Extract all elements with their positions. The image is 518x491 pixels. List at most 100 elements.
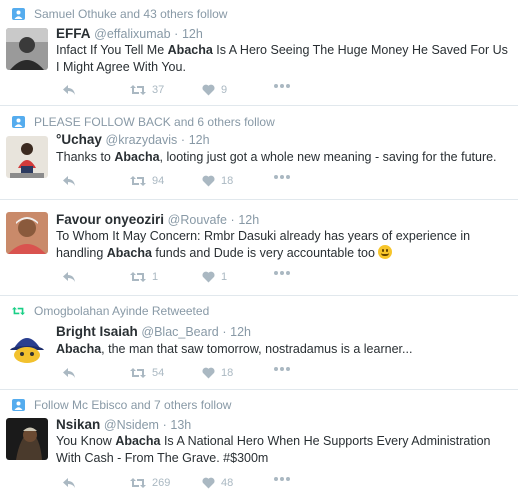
social-context: PLEASE FOLLOW BACK and 6 others follow — [12, 115, 275, 129]
like-button[interactable]: 18 — [202, 175, 233, 187]
like-button[interactable]: 48 — [202, 477, 233, 489]
tweet[interactable]: PLEASE FOLLOW BACK and 6 others follow °… — [0, 106, 518, 200]
time-separator: · — [230, 213, 235, 227]
reply-button[interactable] — [62, 84, 76, 96]
like-button[interactable]: 18 — [202, 367, 233, 379]
retweet-icon — [130, 176, 146, 186]
retweet-count: 37 — [152, 84, 165, 96]
timestamp[interactable]: 12h — [238, 213, 259, 227]
more-icon — [274, 367, 290, 371]
search-highlight: Abacha — [167, 43, 213, 57]
avatar[interactable] — [6, 418, 48, 460]
heart-icon — [202, 477, 215, 489]
tweet[interactable]: Omogbolahan Ayinde Retweeted Bright Isai… — [0, 296, 518, 390]
retweet-button[interactable]: 269 — [130, 477, 170, 489]
like-count: 1 — [221, 271, 228, 283]
tweet[interactable]: Favour onyeoziri @Rouvafe · 12h To Whom … — [0, 200, 518, 296]
retweet-icon — [130, 478, 146, 488]
reply-button[interactable] — [62, 367, 76, 379]
social-context: Samuel Othuke and 43 others follow — [12, 7, 227, 21]
reply-icon — [63, 368, 75, 378]
tweet-text: Abacha, the man that saw tomorrow, nostr… — [56, 342, 413, 356]
grinning-face-emoji — [378, 244, 393, 259]
like-count: 48 — [221, 477, 234, 489]
more-button[interactable] — [274, 84, 290, 88]
search-highlight: Abacha — [114, 150, 160, 164]
retweet-count: 54 — [152, 367, 165, 379]
retweet-icon — [130, 368, 146, 378]
timeline: Samuel Othuke and 43 others follow EFFA … — [0, 0, 518, 489]
retweet-count: 269 — [152, 477, 171, 489]
display-name[interactable]: EFFA — [56, 26, 91, 41]
retweet-button[interactable]: 54 — [130, 367, 164, 379]
avatar[interactable] — [6, 28, 48, 70]
tweet-header: EFFA @effalixumab · 12h — [56, 26, 203, 41]
reply-button[interactable] — [62, 477, 76, 489]
retweet-count: 94 — [152, 175, 165, 187]
retweet-button[interactable]: 94 — [130, 175, 164, 187]
tweet-text: Thanks to Abacha, looting just got a who… — [56, 150, 497, 164]
timestamp[interactable]: 13h — [170, 418, 191, 432]
heart-icon — [202, 271, 215, 283]
display-name[interactable]: Nsikan — [56, 417, 100, 432]
more-button[interactable] — [274, 271, 290, 275]
tweet[interactable]: Samuel Othuke and 43 others follow EFFA … — [0, 0, 518, 106]
avatar[interactable] — [6, 212, 48, 254]
retweet-icon — [130, 85, 146, 95]
timestamp[interactable]: 12h — [189, 133, 210, 147]
reply-button[interactable] — [62, 175, 76, 187]
display-name[interactable]: Favour onyeoziri — [56, 212, 164, 227]
more-button[interactable] — [274, 477, 290, 481]
search-highlight: Abacha — [115, 434, 161, 448]
heart-icon — [202, 367, 215, 379]
user-handle[interactable]: @Blac_Beard — [141, 325, 218, 339]
like-count: 9 — [221, 84, 228, 96]
like-button[interactable]: 1 — [202, 271, 227, 283]
more-button[interactable] — [274, 175, 290, 179]
user-handle[interactable]: @effalixumab — [94, 27, 170, 41]
heart-icon — [202, 84, 215, 96]
retweet-button[interactable]: 37 — [130, 84, 164, 96]
tweet-header: Favour onyeoziri @Rouvafe · 12h — [56, 212, 259, 227]
timestamp[interactable]: 12h — [230, 325, 251, 339]
follow-person-icon — [12, 8, 25, 20]
follow-person-icon — [12, 399, 25, 411]
social-context: Omogbolahan Ayinde Retweeted — [12, 304, 209, 318]
like-count: 18 — [221, 367, 234, 379]
user-handle[interactable]: @krazydavis — [106, 133, 178, 147]
retweet-button[interactable]: 1 — [130, 271, 158, 283]
avatar[interactable] — [6, 136, 48, 178]
like-count: 18 — [221, 175, 234, 187]
social-context: Follow Mc Ebisco and 7 others follow — [12, 398, 231, 412]
tweet-header: °Uchay @krazydavis · 12h — [56, 132, 210, 147]
reply-icon — [63, 85, 75, 95]
time-separator: · — [162, 418, 167, 432]
user-handle[interactable]: @Rouvafe — [168, 213, 227, 227]
time-separator: · — [174, 27, 179, 41]
user-handle[interactable]: @Nsidem — [104, 418, 159, 432]
more-icon — [274, 477, 290, 481]
display-name[interactable]: Bright Isaiah — [56, 324, 138, 339]
more-icon — [274, 175, 290, 179]
tweet[interactable]: Follow Mc Ebisco and 7 others follow Nsi… — [0, 390, 518, 489]
avatar[interactable] — [6, 326, 48, 368]
search-highlight: Abacha — [56, 342, 102, 356]
search-highlight: Abacha — [106, 245, 152, 260]
tweet-header: Nsikan @Nsidem · 13h — [56, 417, 191, 432]
follow-person-icon — [12, 116, 25, 128]
more-icon — [274, 84, 290, 88]
display-name[interactable]: °Uchay — [56, 132, 102, 147]
reply-button[interactable] — [62, 271, 76, 283]
time-separator: · — [180, 133, 186, 147]
like-button[interactable]: 9 — [202, 84, 227, 96]
retweet-icon — [130, 272, 146, 282]
retweet-count: 1 — [152, 271, 159, 283]
tweet-text: To Whom It May Concern: Rmbr Dasuki alre… — [56, 229, 471, 260]
more-icon — [274, 271, 290, 275]
timestamp[interactable]: 12h — [182, 27, 203, 41]
heart-icon — [202, 175, 215, 187]
reply-icon — [63, 478, 75, 488]
tweet-text: Infact If You Tell Me Abacha Is A Hero S… — [56, 43, 508, 74]
tweet-text: You Know Abacha Is A National Hero When … — [56, 434, 491, 465]
more-button[interactable] — [274, 367, 290, 371]
